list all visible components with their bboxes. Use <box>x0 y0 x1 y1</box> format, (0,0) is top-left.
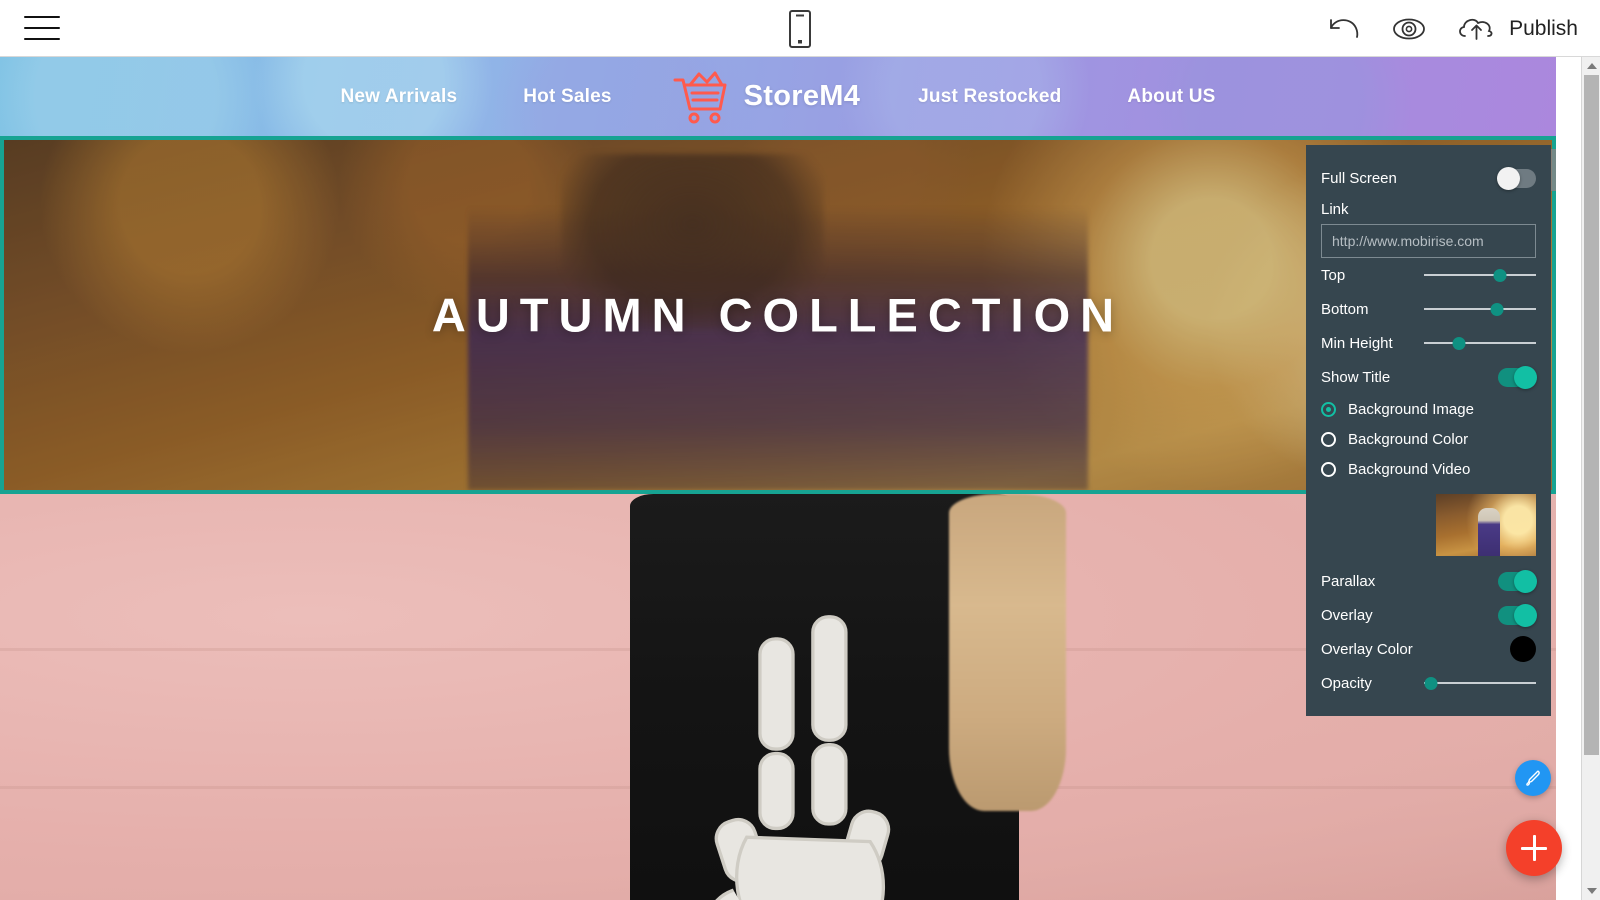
thumbnail-subject <box>1478 507 1500 556</box>
hamburger-bar <box>24 27 60 29</box>
publish-button[interactable]: Publish <box>1455 14 1578 44</box>
brush-glyph <box>1526 770 1540 786</box>
show-title-label: Show Title <box>1321 368 1391 386</box>
overlay-toggle[interactable] <box>1498 603 1537 627</box>
undo-arrow-glyph <box>1330 18 1359 38</box>
link-label: Link <box>1321 201 1349 218</box>
block-settings-panel: Full Screen Link Top Bottom Min Height <box>1306 145 1551 716</box>
eye-preview-icon[interactable] <box>1389 15 1429 43</box>
background-video-label: Background Video <box>1348 460 1471 478</box>
slider-track <box>1424 274 1536 276</box>
setting-show-title: Show Title <box>1321 360 1537 394</box>
toggle-knob <box>1514 365 1537 389</box>
overlay-color-label: Overlay Color <box>1321 640 1413 658</box>
hamburger-bar <box>24 16 60 18</box>
link-input[interactable] <box>1321 224 1536 258</box>
eye-preview-glyph <box>1393 18 1426 39</box>
slider-thumb[interactable] <box>1490 303 1504 316</box>
overlay-color-swatch[interactable] <box>1510 636 1536 662</box>
background-image-thumbnail[interactable] <box>1436 494 1536 556</box>
parallax-toggle[interactable] <box>1498 569 1537 593</box>
publish-label: Publish <box>1509 16 1578 40</box>
navbar-left-links: New Arrivals Hot Sales <box>340 86 611 108</box>
cloud-upload-icon <box>1459 18 1493 40</box>
slider-track <box>1424 682 1536 684</box>
top-label: Top <box>1321 266 1346 284</box>
radio-button[interactable] <box>1321 401 1336 417</box>
mobirise-editor-window: Publish New Arrivals Hot Sales StoreM4 J… <box>0 0 1600 900</box>
setting-top: Top <box>1321 258 1536 292</box>
undo-arrow-icon[interactable] <box>1325 15 1363 43</box>
nav-link-about-us[interactable]: About US <box>1127 86 1215 108</box>
scroll-up-arrow-icon[interactable] <box>1582 57 1600 75</box>
shopping-cart-icon <box>673 71 727 123</box>
full-screen-toggle[interactable] <box>1497 166 1536 190</box>
scroll-down-triangle <box>1586 888 1597 894</box>
add-block-plus-icon[interactable] <box>1506 820 1562 876</box>
nav-link-hot-sales[interactable]: Hot Sales <box>523 86 611 108</box>
opacity-slider[interactable] <box>1424 674 1536 692</box>
topbar-actions: Publish <box>1325 0 1578 57</box>
slider-thumb[interactable] <box>1493 269 1507 282</box>
min-height-label: Min Height <box>1321 334 1393 352</box>
background-color-label: Background Color <box>1348 430 1469 448</box>
min-height-slider[interactable] <box>1424 334 1536 352</box>
top-slider[interactable] <box>1424 266 1536 284</box>
hamburger-bar <box>24 38 60 40</box>
opacity-label: Opacity <box>1321 674 1372 692</box>
scroll-down-arrow-icon[interactable] <box>1582 882 1600 900</box>
scroll-up-triangle <box>1586 63 1597 69</box>
setting-full-screen: Full Screen <box>1321 161 1536 195</box>
slider-thumb[interactable] <box>1452 337 1466 350</box>
toggle-knob <box>1497 166 1520 190</box>
slider-track <box>1424 342 1536 344</box>
overlay-label: Overlay <box>1321 606 1373 624</box>
mobile-device-icon[interactable] <box>780 8 820 50</box>
setting-overlay: Overlay <box>1321 598 1537 632</box>
bottom-slider[interactable] <box>1424 300 1536 318</box>
brand-name: StoreM4 <box>743 80 861 112</box>
scrollbar-thumb[interactable] <box>1584 75 1599 755</box>
nav-link-just-restocked[interactable]: Just Restocked <box>918 86 1061 108</box>
mobile-device-glyph <box>789 10 811 48</box>
radio-button[interactable] <box>1321 461 1336 477</box>
brush-style-icon[interactable] <box>1515 760 1551 796</box>
hamburger-menu-icon[interactable] <box>24 12 60 44</box>
site-navbar-inner: New Arrivals Hot Sales StoreM4 Just Rest… <box>340 69 1215 125</box>
setting-opacity: Opacity <box>1321 666 1536 700</box>
nav-link-new-arrivals[interactable]: New Arrivals <box>340 86 457 108</box>
background-image-label: Background Image <box>1348 400 1474 418</box>
setting-parallax: Parallax <box>1321 564 1537 598</box>
radio-background-image[interactable]: Background Image <box>1321 394 1536 424</box>
setting-bottom: Bottom <box>1321 292 1536 326</box>
radio-background-video[interactable]: Background Video <box>1321 454 1536 484</box>
toggle-knob <box>1514 569 1537 593</box>
navbar-right-links: Just Restocked About US <box>918 86 1215 108</box>
site-brand[interactable]: StoreM4 <box>670 69 861 125</box>
setting-min-height: Min Height <box>1321 326 1536 360</box>
slider-thumb[interactable] <box>1424 677 1438 690</box>
model-hair <box>949 494 1066 811</box>
skeleton-hand-graphic <box>714 614 890 900</box>
parallax-label: Parallax <box>1321 572 1376 590</box>
slider-track <box>1424 308 1536 310</box>
site-navbar-block[interactable]: New Arrivals Hot Sales StoreM4 Just Rest… <box>0 57 1556 136</box>
show-title-toggle[interactable] <box>1498 365 1537 389</box>
bottom-label: Bottom <box>1321 300 1369 318</box>
toggle-knob <box>1514 603 1537 627</box>
setting-overlay-color: Overlay Color <box>1321 632 1536 666</box>
app-topbar: Publish <box>0 0 1600 57</box>
radio-button[interactable] <box>1321 431 1336 447</box>
page-scrollbar[interactable] <box>1581 57 1600 900</box>
full-screen-label: Full Screen <box>1321 169 1397 187</box>
radio-background-color[interactable]: Background Color <box>1321 424 1536 454</box>
